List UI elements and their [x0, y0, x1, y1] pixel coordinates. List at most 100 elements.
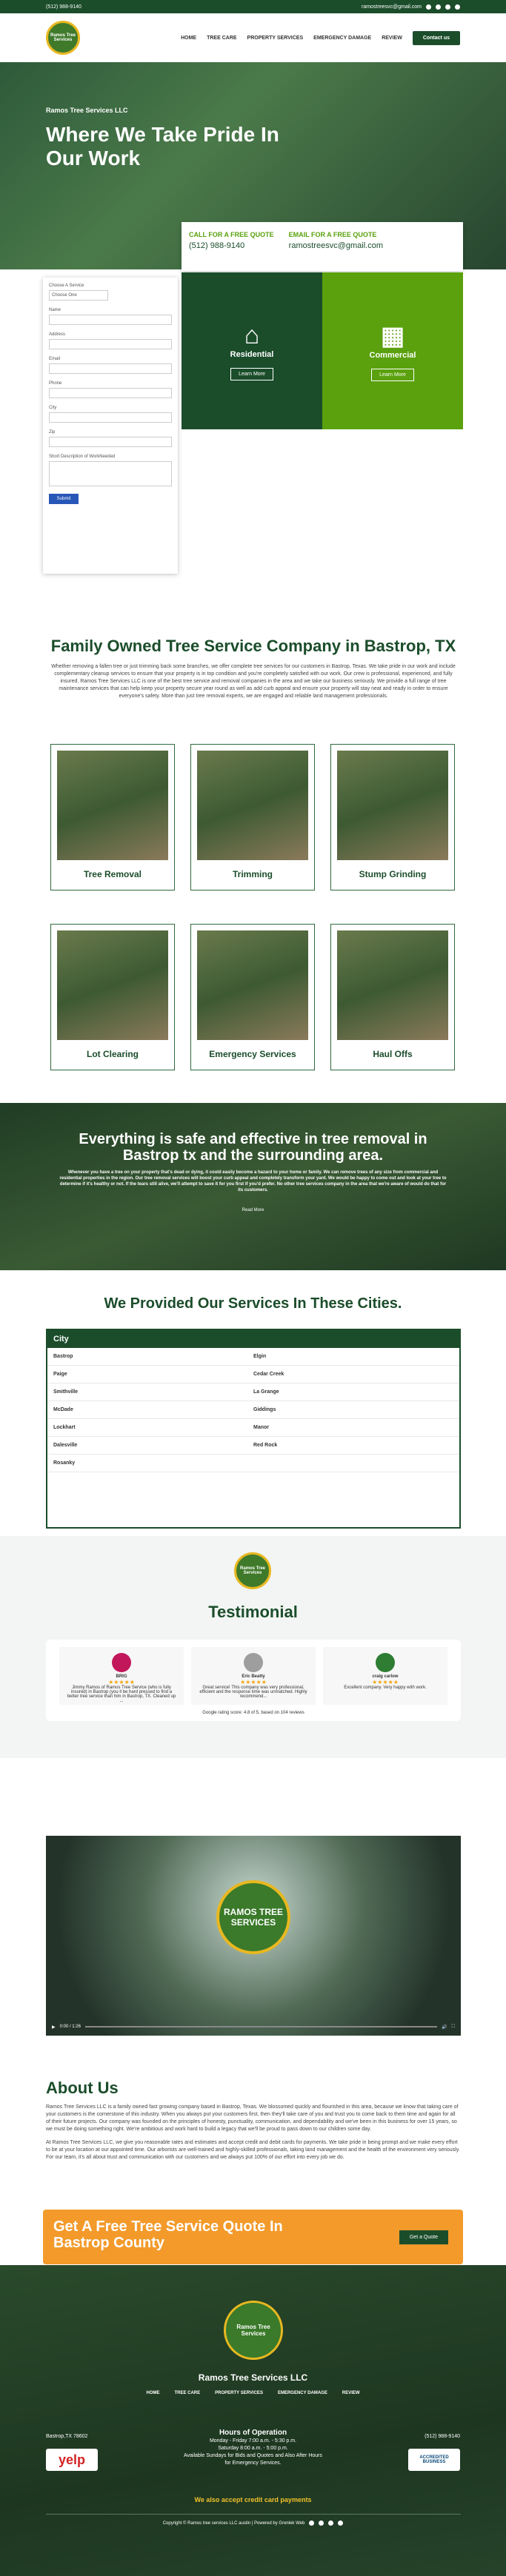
avatar	[376, 1653, 395, 1672]
service-image	[337, 930, 448, 1040]
star-rating: ★★★★★	[108, 1679, 135, 1686]
service-title: Stump Grinding	[359, 869, 427, 879]
service-card[interactable]: Lot Clearing	[50, 924, 175, 1070]
yelp-badge[interactable]: yelp	[46, 2449, 98, 2471]
video-logo: RAMOS TREE SERVICES	[216, 1880, 290, 1954]
google-icon[interactable]	[319, 2520, 324, 2526]
table-row: Paige Cedar Creek	[47, 1366, 459, 1383]
service-title: Trimming	[232, 869, 273, 879]
footer-nav: HOME TREE CARE PROPERTY SERVICES EMERGEN…	[0, 2391, 506, 2395]
instagram-icon[interactable]	[455, 4, 460, 10]
band-title: Everything is safe and effective in tree…	[79, 1131, 427, 1164]
email-quote-label: EMAIL FOR A FREE QUOTE	[288, 231, 377, 238]
footer-nav-home[interactable]: HOME	[146, 2391, 159, 2395]
fullscreen-icon[interactable]: ⛶	[452, 2025, 455, 2030]
phone-text[interactable]: (512) 988-9140	[46, 4, 81, 10]
nav-home[interactable]: HOME	[181, 36, 196, 41]
twitter-icon[interactable]	[328, 2520, 334, 2526]
quote-cta: Get A Free Tree Service Quote In Bastrop…	[43, 2210, 463, 2264]
city-cell: Elgin	[253, 1354, 267, 1359]
facebook-icon[interactable]	[426, 4, 431, 10]
service-card[interactable]: Tree Removal	[50, 744, 175, 890]
service-card[interactable]: Haul Offs	[330, 924, 455, 1070]
commercial-learn-more[interactable]: Learn More	[371, 368, 414, 381]
footer-nav-review[interactable]: REVIEW	[342, 2391, 360, 2395]
get-quote-button[interactable]: Get a Quote	[399, 2230, 448, 2244]
email-quote-value[interactable]: ramostreesvc@gmail.com	[289, 241, 383, 250]
band-text: Whenever you have a tree on your propert…	[59, 1170, 447, 1193]
service-title: Lot Clearing	[86, 1049, 139, 1059]
cta-title: Get A Free Tree Service Quote In Bastrop…	[53, 2218, 283, 2251]
city-cell: Smithville	[53, 1389, 79, 1395]
logo[interactable]: Ramos Tree Services	[46, 21, 80, 55]
commercial-title: Commercial	[369, 350, 416, 360]
about-title: About Us	[46, 2079, 119, 2097]
zip-input[interactable]	[49, 437, 172, 447]
hours-line: Available Sundays for Bids and Quotes an…	[183, 2453, 323, 2458]
city-cell: Giddings	[253, 1407, 276, 1412]
avatar	[112, 1653, 131, 1672]
facebook-icon[interactable]	[309, 2520, 315, 2526]
copyright-text: Copyright © Ramos tree services LLC aust…	[162, 2520, 305, 2526]
call-quote[interactable]: CALL FOR A FREE QUOTE (512) 988-9140	[189, 231, 274, 262]
star-rating: ★★★★★	[240, 1679, 267, 1686]
phone-input[interactable]	[49, 388, 172, 398]
nav-review[interactable]: REVIEW	[382, 36, 402, 41]
call-quote-value[interactable]: (512) 988-9140	[189, 241, 274, 250]
service-select[interactable]: Choose One	[49, 290, 108, 301]
hours-line: Monday - Friday 7:00 a.m. - 5:30 p.m.	[209, 2438, 297, 2443]
instagram-icon[interactable]	[338, 2520, 344, 2526]
description-label: Short Description of WorkNeeded	[49, 455, 116, 459]
hours-title: Hours of Operation	[219, 2429, 287, 2437]
footer-nav-tree-care[interactable]: TREE CARE	[174, 2391, 200, 2395]
family-title: Family Owned Tree Service Company in Bas…	[50, 637, 456, 655]
description-textarea[interactable]	[49, 461, 172, 486]
nav-emergency-damage[interactable]: EMERGENCY DAMAGE	[313, 36, 371, 41]
service-card[interactable]: Trimming	[190, 744, 315, 890]
name-input[interactable]	[49, 315, 172, 325]
cities-table: City Bastrop Elgin Paige Cedar Creek Smith…	[46, 1329, 461, 1529]
service-card[interactable]: Emergency Services	[190, 924, 315, 1070]
city-cell: Paige	[53, 1372, 67, 1377]
video-progress[interactable]	[84, 2026, 438, 2027]
email-text[interactable]: ramostreesvc@gmail.com	[362, 4, 422, 10]
twitter-icon[interactable]	[445, 4, 450, 10]
play-icon[interactable]: ▶	[52, 2025, 56, 2030]
service-image	[57, 930, 168, 1040]
avatar	[244, 1653, 263, 1672]
bbb-badge[interactable]: ACCREDITED BUSINESS	[408, 2449, 460, 2471]
email-input[interactable]	[49, 363, 172, 374]
nav-property-services[interactable]: PROPERTY SERVICES	[247, 36, 304, 41]
service-card[interactable]: Stump Grinding	[330, 744, 455, 890]
band-read-more[interactable]: Read More	[59, 1208, 447, 1212]
footer-nav-property[interactable]: PROPERTY SERVICES	[215, 2391, 263, 2395]
video-player[interactable]: RAMOS TREE SERVICES ▶ 0:00 / 1:26 🔊 ⛶	[46, 1836, 461, 2036]
city-cell: La Grange	[253, 1389, 279, 1395]
review-card: Eric Beatty ★★★★★ Great service! This co…	[191, 1647, 316, 1705]
city-cell: Bastrop	[53, 1354, 73, 1359]
about-text-1: Ramos Tree Services LLC is a family owne…	[46, 2104, 459, 2132]
credit-card-note: We also accept credit card payments	[194, 2496, 312, 2503]
city-input[interactable]	[49, 412, 172, 423]
testimonial-section: Ramos Tree Services Testimonial BRIG ★★★…	[0, 1536, 506, 1758]
submit-button[interactable]: Submit	[49, 494, 79, 504]
footer-nav-emergency[interactable]: EMERGENCY DAMAGE	[278, 2391, 327, 2395]
review-card: BRIG ★★★★★ Jimmy Ramos of Ramos Tree Ser…	[59, 1647, 184, 1705]
contact-button[interactable]: Contact us	[412, 30, 460, 45]
video-time: 0:00 / 1:26	[59, 2025, 81, 2029]
table-row: Bastrop Elgin	[47, 1348, 459, 1366]
google-icon[interactable]	[436, 4, 441, 10]
zip-label: Zip	[49, 430, 56, 435]
table-row: Dalesville Red Rock	[47, 1437, 459, 1455]
nav-tree-care[interactable]: TREE CARE	[207, 36, 236, 41]
volume-icon[interactable]: 🔊	[442, 2025, 447, 2030]
residential-learn-more[interactable]: Learn More	[230, 368, 273, 380]
table-row: McDade Giddings	[47, 1401, 459, 1419]
footer-logo[interactable]: Ramos Tree Services	[224, 2301, 283, 2360]
divider	[46, 2514, 461, 2515]
email-label: Email	[49, 357, 61, 361]
hero-subtitle: Ramos Tree Services LLC	[46, 107, 128, 114]
service-label: Choose A Service	[49, 284, 84, 288]
address-input[interactable]	[49, 339, 172, 349]
email-quote[interactable]: EMAIL FOR A FREE QUOTE ramostreesvc@gmai…	[289, 231, 383, 262]
